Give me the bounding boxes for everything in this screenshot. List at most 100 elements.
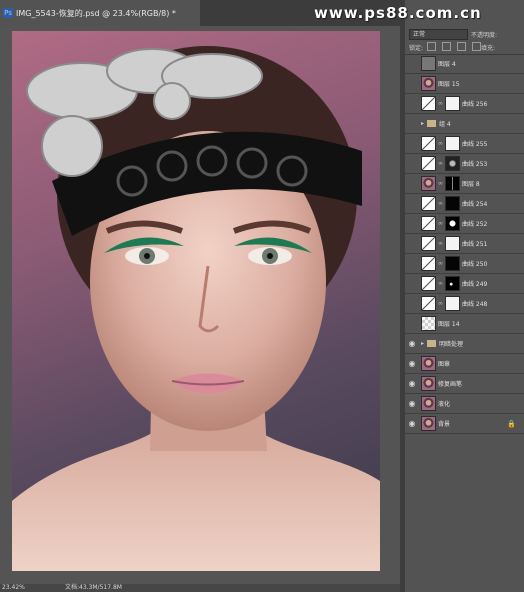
visibility-eye-icon[interactable]: ◉ xyxy=(407,179,417,189)
layer-name: 液化 xyxy=(438,401,451,408)
lock-transparency-icon[interactable] xyxy=(427,42,436,51)
layer-thumbnail[interactable] xyxy=(421,256,436,271)
mask-link-icon[interactable]: ∞ xyxy=(438,200,444,207)
visibility-eye-icon[interactable]: ◉ xyxy=(407,159,417,169)
layer-thumbnail[interactable] xyxy=(421,396,436,411)
layer-mask-thumbnail[interactable] xyxy=(445,236,460,251)
layer-mask-thumbnail[interactable] xyxy=(445,156,460,171)
document-image[interactable] xyxy=(12,31,380,571)
mask-link-icon[interactable]: ∞ xyxy=(438,180,444,187)
layer-thumbnail[interactable] xyxy=(421,216,436,231)
layer-thumbnail[interactable] xyxy=(421,376,436,391)
layer-thumbnail[interactable] xyxy=(421,276,436,291)
mask-link-icon[interactable]: ∞ xyxy=(438,140,444,147)
layer-thumbnail[interactable] xyxy=(421,416,436,431)
layer-row[interactable]: ◉ ∞ 曲线 253 xyxy=(405,154,524,174)
layer-lock-icon: 🔒 xyxy=(507,419,516,428)
layer-thumbnail[interactable] xyxy=(421,236,436,251)
portrait-illustration xyxy=(12,46,380,571)
layer-row[interactable]: ◉ 图层 4 xyxy=(405,54,524,74)
mask-link-icon[interactable]: ∞ xyxy=(438,160,444,167)
layer-mask-thumbnail[interactable] xyxy=(445,256,460,271)
visibility-eye-icon[interactable]: ◉ xyxy=(407,379,417,389)
layer-thumbnail[interactable] xyxy=(421,356,436,371)
layer-name: 组 4 xyxy=(439,121,451,128)
layer-row[interactable]: ◉ ∞ 曲线 255 xyxy=(405,134,524,154)
visibility-eye-icon[interactable]: ◉ xyxy=(407,139,417,149)
layer-mask-thumbnail[interactable] xyxy=(445,296,460,311)
status-bar: 23.42% 文档:43.3M/517.8M xyxy=(0,584,405,592)
visibility-eye-icon[interactable]: ◉ xyxy=(407,339,417,349)
layer-row[interactable]: ◉ ∞ 曲线 254 xyxy=(405,194,524,214)
visibility-eye-icon[interactable]: ◉ xyxy=(407,219,417,229)
layer-mask-thumbnail[interactable] xyxy=(445,96,460,111)
lock-options xyxy=(427,42,481,51)
visibility-eye-icon[interactable]: ◉ xyxy=(407,59,417,69)
layer-row[interactable]: ◉ ∞ 曲线 249 xyxy=(405,274,524,294)
visibility-eye-icon[interactable]: ◉ xyxy=(407,299,417,309)
layer-thumbnail[interactable] xyxy=(421,296,436,311)
document-tab[interactable]: Ps IMG_5543-恢复的.psd @ 23.4%(RGB/8) * xyxy=(0,0,200,26)
visibility-eye-icon[interactable]: ◉ xyxy=(407,279,417,289)
photoshop-window: Ps IMG_5543-恢复的.psd @ 23.4%(RGB/8) * www… xyxy=(0,0,524,592)
mask-link-icon[interactable]: ∞ xyxy=(438,100,444,107)
visibility-eye-icon[interactable]: ◉ xyxy=(407,419,417,429)
layer-thumbnail[interactable] xyxy=(421,176,436,191)
layer-row[interactable]: ◉ 图层 14 xyxy=(405,314,524,334)
document-size: 文档:43.3M/517.8M xyxy=(65,584,122,591)
layers-panel: 正常 不透明度: 锁定: 填充: ◉ 图层 4 ◉ 图层 15 ◉ ∞ 曲线 256 ◉▸组 … xyxy=(405,26,524,592)
layer-mask-thumbnail[interactable] xyxy=(445,216,460,231)
layer-thumbnail[interactable] xyxy=(421,136,436,151)
blend-mode-select[interactable]: 正常 xyxy=(409,29,468,40)
layer-row[interactable]: ◉ ▸ 明暗处理 xyxy=(405,334,524,354)
layer-mask-thumbnail[interactable] xyxy=(445,176,460,191)
layer-mask-thumbnail[interactable] xyxy=(445,136,460,151)
layer-thumbnail[interactable] xyxy=(421,156,436,171)
layer-thumbnail[interactable] xyxy=(421,196,436,211)
layer-row[interactable]: ◉ 图章 xyxy=(405,354,524,374)
layer-row[interactable]: ◉ 背景 🔒 xyxy=(405,414,524,434)
lock-label: 锁定: xyxy=(409,45,424,52)
visibility-eye-icon[interactable]: ◉ xyxy=(407,359,417,369)
lock-all-icon[interactable] xyxy=(472,42,481,51)
document-title: IMG_5543-恢复的.psd @ 23.4%(RGB/8) * xyxy=(16,8,176,18)
layer-thumbnail[interactable] xyxy=(421,76,436,91)
visibility-eye-icon[interactable]: ◉ xyxy=(407,399,417,409)
mask-link-icon[interactable]: ∞ xyxy=(438,300,444,307)
visibility-eye-icon[interactable]: ◉ xyxy=(407,239,417,249)
layer-thumbnail[interactable] xyxy=(421,96,436,111)
visibility-eye-icon[interactable]: ◉ xyxy=(407,199,417,209)
lock-position-icon[interactable] xyxy=(457,42,466,51)
zoom-level[interactable]: 23.42% xyxy=(2,584,25,592)
layer-thumbnail[interactable] xyxy=(421,316,436,331)
mask-link-icon[interactable]: ∞ xyxy=(438,240,444,247)
mask-link-icon[interactable]: ∞ xyxy=(438,260,444,267)
layer-row[interactable]: ◉ ∞ 曲线 256 xyxy=(405,94,524,114)
canvas-area[interactable] xyxy=(0,26,400,584)
layer-name: 曲线 254 xyxy=(462,201,488,208)
layer-name: 曲线 250 xyxy=(462,261,488,268)
layer-row[interactable]: ◉ 图层 15 xyxy=(405,74,524,94)
layer-row[interactable]: ◉ ∞ 曲线 251 xyxy=(405,234,524,254)
fill-label: 填充: xyxy=(481,45,496,52)
visibility-eye-icon[interactable]: ◉ xyxy=(407,259,417,269)
layer-mask-thumbnail[interactable] xyxy=(445,196,460,211)
lock-pixels-icon[interactable] xyxy=(442,42,451,51)
visibility-eye-icon[interactable]: ◉ xyxy=(407,79,417,89)
visibility-eye-icon[interactable]: ◉ xyxy=(407,119,417,129)
layer-row[interactable]: ◉ ∞ 曲线 252 xyxy=(405,214,524,234)
layers-panel-toolbar: 正常 不透明度: 锁定: 填充: xyxy=(405,26,524,55)
layer-row[interactable]: ◉ ∞ 图层 8 xyxy=(405,174,524,194)
layer-row[interactable]: ◉ ∞ 曲线 248 xyxy=(405,294,524,314)
layer-thumbnail[interactable] xyxy=(421,56,436,71)
photoshop-file-icon: Ps xyxy=(3,8,13,18)
layer-row[interactable]: ◉ 修复画笔 xyxy=(405,374,524,394)
mask-link-icon[interactable]: ∞ xyxy=(438,220,444,227)
layer-row[interactable]: ◉ 液化 xyxy=(405,394,524,414)
layer-row[interactable]: ◉▸组 4 xyxy=(405,114,524,134)
layer-row[interactable]: ◉ ∞ 曲线 250 xyxy=(405,254,524,274)
mask-link-icon[interactable]: ∞ xyxy=(438,280,444,287)
layer-mask-thumbnail[interactable] xyxy=(445,276,460,291)
visibility-eye-icon[interactable]: ◉ xyxy=(407,99,417,109)
visibility-eye-icon[interactable]: ◉ xyxy=(407,319,417,329)
